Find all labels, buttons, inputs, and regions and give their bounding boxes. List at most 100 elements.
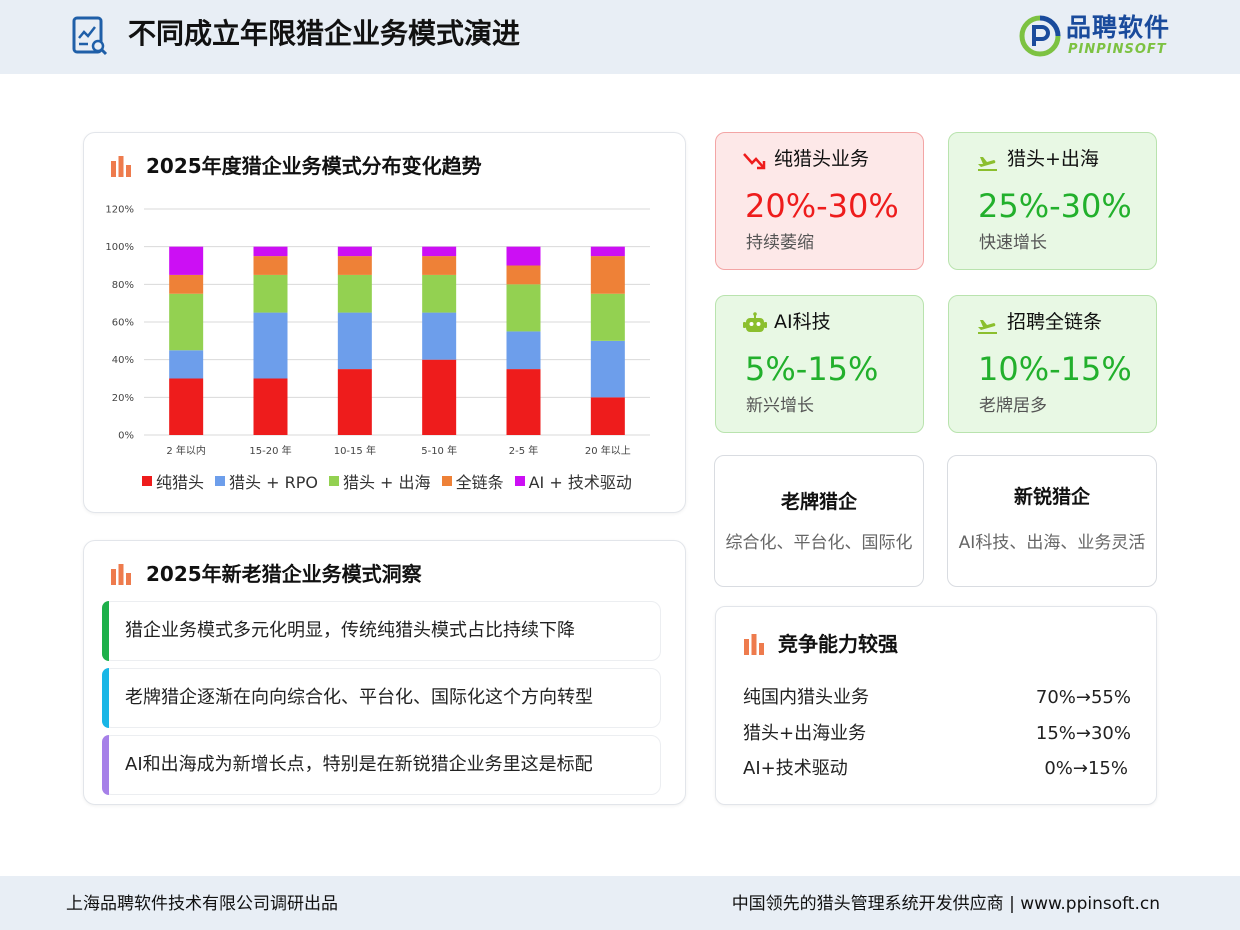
type-card-emerging: 新锐猎企 AI科技、出海、业务灵活 [947, 455, 1157, 587]
legend-label: 猎头 + RPO [229, 473, 318, 492]
legend-item: 猎头 + RPO [215, 469, 318, 493]
bar-segment [422, 312, 457, 360]
x-tick-label: 15-20 年 [249, 444, 291, 457]
bar-segment [506, 265, 541, 285]
legend-swatch [441, 476, 452, 486]
legend-item: 纯猎头 [142, 469, 204, 493]
y-tick-label: 20% [112, 393, 134, 404]
chart-title: 2025年度猎企业务模式分布变化趋势 [146, 154, 482, 178]
bar-segment [337, 312, 372, 370]
bar-segment [253, 312, 288, 379]
bar-chart-icon [111, 564, 131, 585]
plane-takeoff-icon [978, 320, 997, 334]
competition-card: 竞争能力较强 纯国内猎头业务 70%→55% 猎头+出海业务 15%→30% A… [715, 606, 1157, 805]
insight-text: AI和出海成为新增长点，特别是在新锐猎企业务里这是标配 [125, 754, 593, 775]
stat-note: 新兴增长 [746, 396, 814, 416]
y-tick-label: 0% [118, 431, 134, 442]
insight-item: 老牌猎企逐渐在向向综合化、平台化、国际化这个方向转型 [102, 668, 661, 728]
legend-swatch [514, 476, 525, 486]
bar-segment [169, 293, 204, 351]
insight-text: 老牌猎企逐渐在向向综合化、平台化、国际化这个方向转型 [125, 687, 593, 708]
bar-segment [169, 246, 204, 275]
bar-segment [337, 256, 372, 275]
bar-segment [169, 350, 204, 379]
bar-segment [253, 378, 288, 435]
bar-segment [253, 256, 288, 275]
bar-segment [590, 397, 625, 435]
bar-segment [506, 369, 541, 435]
bar-segment [506, 284, 541, 332]
page-footer: 上海品聘软件技术有限公司调研出品 中国领先的猎头管理系统开发供应商 | www.… [0, 876, 1240, 930]
bar-segment [337, 246, 372, 257]
legend-swatch [328, 476, 339, 486]
legend-label: 猎头 + 出海 [342, 473, 431, 492]
bar-segment [506, 331, 541, 370]
stat-label: 招聘全链条 [1007, 311, 1103, 333]
type-desc: 综合化、平台化、国际化 [725, 533, 913, 553]
logo-mark-icon [1019, 15, 1061, 57]
logo-text-en: PINPINSOFT [1068, 42, 1167, 57]
type-title: 新锐猎企 [1013, 486, 1090, 508]
brand-logo: 品聘软件 PINPINSOFT [1018, 13, 1178, 60]
page-title: 不同成立年限猎企业务模式演进 [128, 17, 521, 50]
chart-card: 2025年度猎企业务模式分布变化趋势 0% 20% 40% 60% 80% 100% 120… [83, 132, 686, 513]
competition-value: 15%→30% [1035, 723, 1131, 744]
stat-card-pure-headhunting: 纯猎头业务 20%-30% 持续萎缩 [715, 132, 924, 270]
bar-segment [253, 246, 288, 257]
insight-card: 2025年新老猎企业务模式洞察 猎企业务模式多元化明显，传统纯猎头模式占比持续下… [83, 540, 686, 805]
robot-icon [743, 312, 767, 332]
stat-label: 猎头+出海 [1007, 148, 1099, 170]
bar-segment [169, 378, 204, 435]
chart-legend: 纯猎头 猎头 + RPO 猎头 + 出海 全链条 AI + 技术驱动 [142, 469, 632, 493]
bar-segment [337, 274, 372, 313]
bar-segment [169, 274, 204, 294]
insight-accent-bar [102, 668, 109, 728]
legend-label: 全链条 [455, 473, 504, 492]
stat-card-ai-tech: AI科技 5%-15% 新兴增长 [715, 295, 924, 433]
type-desc: AI科技、出海、业务灵活 [958, 533, 1146, 553]
competition-label: 纯国内猎头业务 [743, 687, 869, 708]
bar-segment [253, 274, 288, 313]
stat-note: 老牌居多 [979, 396, 1047, 416]
insight-item: AI和出海成为新增长点，特别是在新锐猎企业务里这是标配 [102, 735, 661, 795]
competition-value: 0%→15% [1044, 758, 1128, 779]
competition-label: AI+技术驱动 [743, 758, 848, 779]
legend-swatch [142, 476, 152, 486]
stat-card-headhunting-overseas: 猎头+出海 25%-30% 快速增长 [948, 132, 1157, 270]
x-tick-label: 2 年以内 [166, 444, 206, 457]
bar-segment [506, 246, 541, 266]
footer-tagline: 中国领先的猎头管理系统开发供应商 | www.ppinsoft.cn [731, 894, 1160, 914]
stat-value: 10%-15% [978, 350, 1132, 388]
type-title: 老牌猎企 [780, 491, 857, 513]
page-header: 不同成立年限猎企业务模式演进 品聘软件 PINPINSOFT [0, 0, 1240, 74]
bar-segment [590, 340, 625, 398]
x-tick-label: 20 年以上 [585, 444, 631, 457]
competition-title: 竞争能力较强 [778, 632, 898, 656]
type-card-veteran: 老牌猎企 综合化、平台化、国际化 [714, 455, 924, 587]
stat-value: 25%-30% [978, 187, 1132, 225]
legend-swatch [215, 476, 226, 486]
report-search-icon [72, 16, 108, 56]
stacked-bar-chart: 0% 20% 40% 60% 80% 100% 120% 2 年以内 15-20 年 10-15 … [105, 205, 650, 457]
legend-label: AI + 技术驱动 [528, 473, 632, 492]
stat-note: 持续萎缩 [746, 233, 814, 253]
bar-segment [422, 246, 457, 257]
insight-text: 猎企业务模式多元化明显，传统纯猎头模式占比持续下降 [125, 620, 575, 641]
y-tick-label: 60% [112, 318, 134, 329]
legend-label: 纯猎头 [156, 473, 205, 492]
stat-card-full-chain: 招聘全链条 10%-15% 老牌居多 [948, 295, 1157, 433]
competition-label: 猎头+出海业务 [743, 723, 867, 744]
footer-company: 上海品聘软件技术有限公司调研出品 [66, 894, 338, 914]
bar-segment [590, 246, 625, 257]
insight-item: 猎企业务模式多元化明显，传统纯猎头模式占比持续下降 [102, 601, 661, 661]
stat-note: 快速增长 [979, 233, 1047, 253]
insight-title: 2025年新老猎企业务模式洞察 [146, 562, 422, 586]
x-tick-label: 10-15 年 [334, 444, 376, 457]
bar-segment [422, 256, 457, 275]
logo-text-cn: 品聘软件 [1066, 13, 1171, 42]
y-tick-label: 100% [105, 242, 134, 253]
insight-accent-bar [102, 601, 109, 661]
bar-chart-icon [744, 634, 764, 655]
y-tick-label: 120% [105, 205, 134, 216]
legend-item: AI + 技术驱动 [514, 469, 632, 493]
